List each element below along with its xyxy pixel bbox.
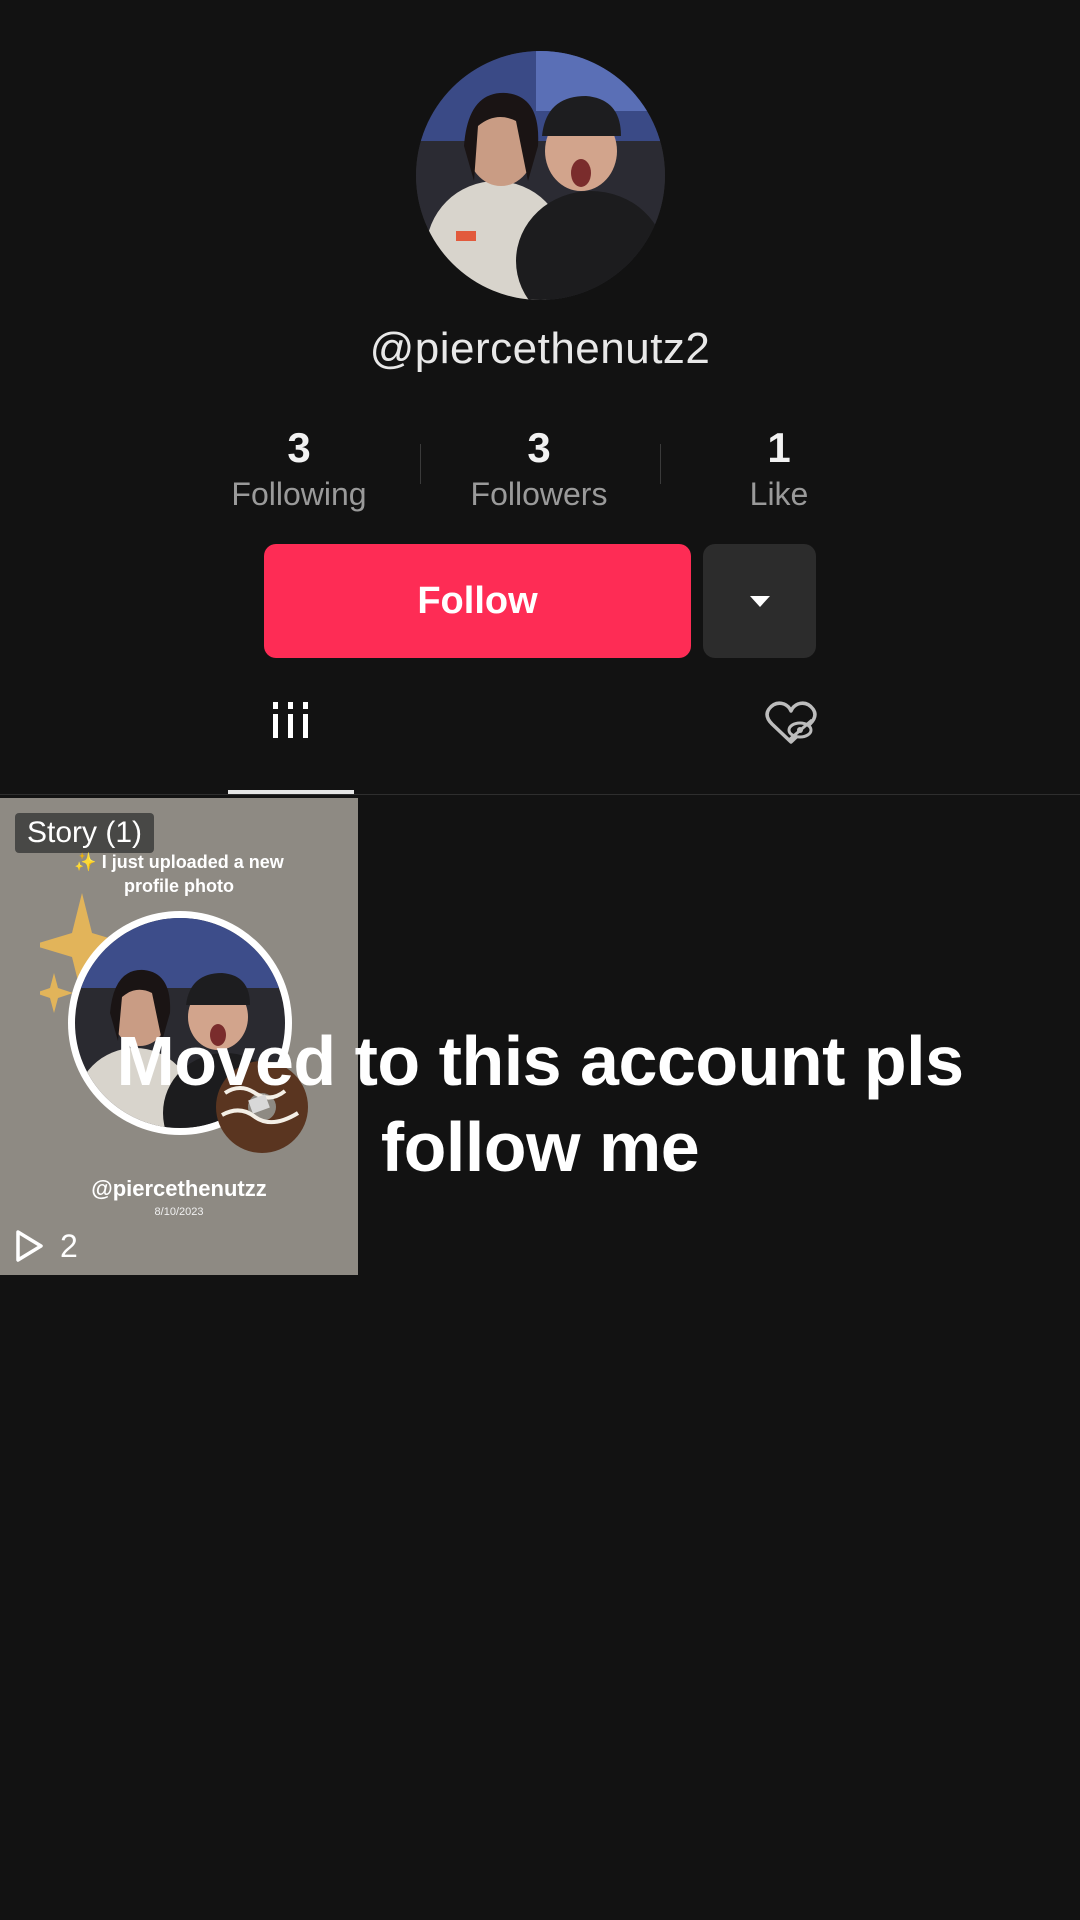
stat-following[interactable]: 3 Following — [179, 424, 419, 514]
following-count: 3 — [287, 424, 311, 471]
overlay-line: follow me — [380, 1108, 700, 1186]
tab-liked-videos[interactable] — [744, 700, 838, 784]
stat-likes[interactable]: 1 Like — [659, 424, 899, 514]
likes-count: 1 — [767, 424, 791, 471]
followers-label: Followers — [470, 476, 608, 512]
view-count: 2 — [14, 1228, 78, 1264]
avatar[interactable] — [416, 51, 665, 300]
username: @piercethenutz2 — [369, 324, 711, 373]
followers-count: 3 — [527, 424, 551, 471]
following-label: Following — [231, 476, 367, 512]
caption-line: ✨ I just uploaded a new — [74, 852, 284, 872]
tab-videos[interactable] — [228, 700, 354, 794]
tabs-divider — [0, 794, 1080, 795]
overlay-line: Moved to this account pls — [116, 1022, 964, 1100]
grid-bars-icon — [273, 702, 308, 738]
video-date: 8/10/2023 — [154, 1206, 204, 1218]
hidden-heart-icon — [765, 701, 817, 744]
profile-stats: 3 Following 3 Followers 1 Like — [0, 424, 1080, 514]
profile-page: @piercethenutz2 3 Following 3 Followers … — [0, 0, 1080, 1920]
video-caption: ✨ I just uploaded a new profile photo — [0, 850, 358, 898]
stat-followers[interactable]: 3 Followers — [419, 424, 659, 514]
more-options-button[interactable] — [703, 544, 816, 658]
follow-button[interactable]: Follow — [264, 544, 691, 658]
story-badge: Story (1) — [15, 813, 155, 853]
overlay-message: Moved to this account pls follow me — [0, 1018, 1080, 1190]
play-icon — [16, 1230, 43, 1262]
view-count-value: 2 — [60, 1227, 78, 1264]
caret-down-icon — [749, 596, 770, 607]
likes-label: Like — [749, 476, 809, 512]
